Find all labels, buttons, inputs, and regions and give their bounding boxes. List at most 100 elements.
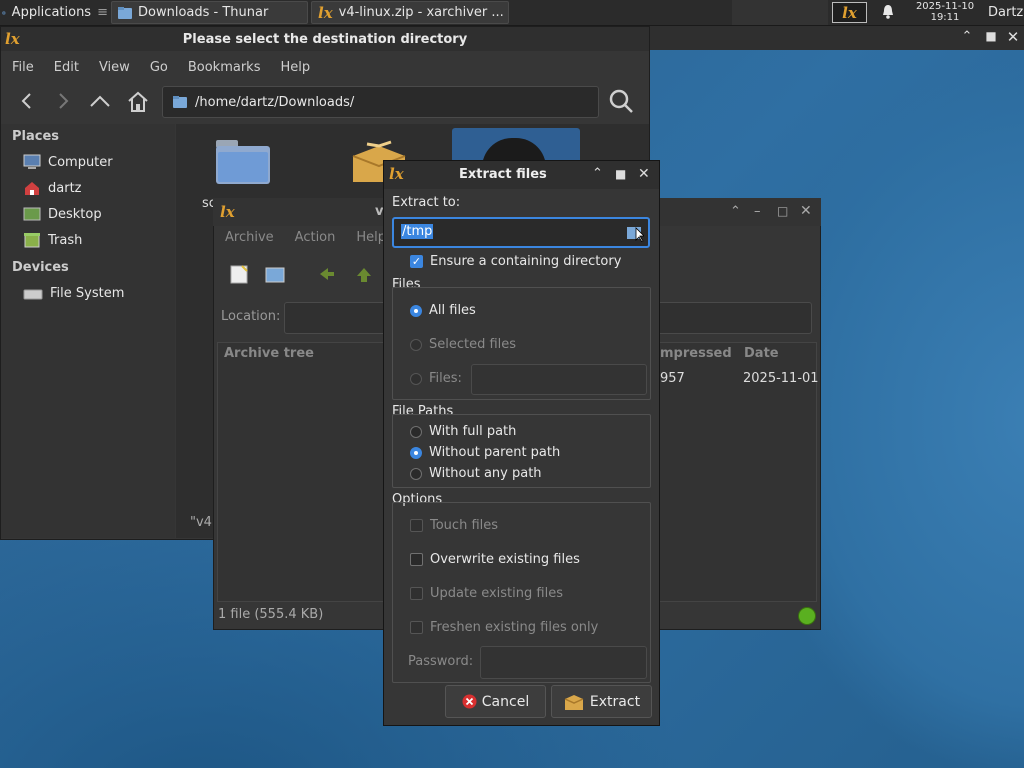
close-button[interactable]: ✕ <box>1004 28 1022 46</box>
forward-icon[interactable] <box>52 90 76 114</box>
files-pattern-input[interactable] <box>471 364 647 395</box>
extract-minimize-button[interactable]: ⌃ <box>592 166 603 181</box>
extract-label: Extract <box>589 693 641 710</box>
home-icon[interactable] <box>126 90 150 114</box>
minimize-button[interactable]: ⌃ <box>958 29 976 47</box>
user-menu[interactable]: Dartz <box>988 1 1024 24</box>
col-compressed-header[interactable]: mpressed <box>660 346 732 361</box>
dest-menubar: File Edit View Go Bookmarks Help <box>12 60 310 75</box>
places-header: Places <box>12 129 60 144</box>
extract-maximize-button[interactable]: ■ <box>615 167 626 181</box>
taskbar-item-thunar[interactable]: Downloads - Thunar <box>111 1 308 24</box>
open-archive-icon[interactable] <box>264 264 286 288</box>
radio-icon <box>410 425 422 438</box>
trash-icon <box>24 233 40 248</box>
taskbar-item-xarchiver[interactable]: lx v4-linux.zip - xarchiver ... <box>311 1 509 24</box>
extract-button[interactable]: Extract <box>551 685 652 718</box>
extract-close-button[interactable]: ✕ <box>638 166 650 182</box>
password-label: Password: <box>408 654 474 669</box>
path-bar[interactable]: /home/dartz/Downloads/ <box>162 86 599 118</box>
row-compressed: 957 <box>660 371 685 386</box>
overwrite-checkbox[interactable]: Overwrite existing files <box>410 552 580 567</box>
touch-files-label: Touch files <box>430 518 499 533</box>
extract-to-input[interactable]: /tmp <box>392 217 650 248</box>
tray-xarchiver-icon[interactable]: lx <box>832 2 867 23</box>
device-filesystem[interactable]: File System <box>23 286 124 301</box>
xfce-logo-icon <box>2 10 6 15</box>
place-label: dartz <box>48 180 82 196</box>
cancel-label: Cancel <box>481 693 530 710</box>
all-files-radio[interactable]: All files <box>410 303 476 318</box>
freshen-checkbox[interactable]: Freshen existing files only <box>410 620 598 635</box>
ensure-dir-checkbox[interactable]: ✓ Ensure a containing directory <box>410 254 621 269</box>
xarchiver-icon: lx <box>389 165 404 183</box>
checkbox-icon <box>410 553 423 566</box>
place-label: Computer <box>48 154 113 170</box>
overwrite-label: Overwrite existing files <box>430 552 580 567</box>
xarchiver-icon: lx <box>318 3 333 22</box>
menu-go[interactable]: Go <box>150 60 168 75</box>
selected-files-radio[interactable]: Selected files <box>410 337 516 352</box>
menu-action[interactable]: Action <box>295 230 336 245</box>
radio-selected-icon <box>410 446 422 459</box>
update-checkbox[interactable]: Update existing files <box>410 586 563 601</box>
up-icon[interactable] <box>88 90 112 114</box>
place-desktop[interactable]: Desktop <box>23 206 102 222</box>
taskbar-item-label: v4-linux.zip - xarchiver ... <box>338 5 504 20</box>
files-pattern-radio[interactable]: Files: <box>410 371 462 386</box>
search-icon[interactable] <box>608 88 636 116</box>
xarchiver-close-button[interactable]: ✕ <box>800 203 812 219</box>
place-home[interactable]: dartz <box>23 180 81 196</box>
menu-view[interactable]: View <box>99 60 130 75</box>
back-arrow-icon[interactable] <box>318 266 336 286</box>
xarchiver-maximize-button[interactable]: □ <box>777 204 788 218</box>
menu-bookmarks[interactable]: Bookmarks <box>188 60 261 75</box>
folder-icon <box>118 6 132 19</box>
xarchiver-minimize-button[interactable]: – <box>754 204 761 219</box>
menu-archive[interactable]: Archive <box>225 230 274 245</box>
password-input[interactable] <box>480 646 647 679</box>
folder-icon[interactable] <box>214 134 272 186</box>
archive-tree-header: Archive tree <box>224 346 314 361</box>
menu-file[interactable]: File <box>12 60 34 75</box>
row-date: 2025-11-01 <box>743 371 819 386</box>
clock[interactable]: 2025-11-10 19:11 <box>906 1 984 24</box>
files-pattern-label: Files: <box>429 371 462 386</box>
back-icon[interactable] <box>16 90 40 114</box>
status-led-icon <box>798 607 816 625</box>
device-label: File System <box>50 286 125 301</box>
extract-icon <box>564 694 584 710</box>
menu-help[interactable]: Help <box>280 60 310 75</box>
without-parent-radio[interactable]: Without parent path <box>410 445 560 460</box>
xarchiver-status: 1 file (555.4 KB) <box>218 607 324 622</box>
xarchiver-minimize-up-button[interactable]: ⌃ <box>730 204 741 219</box>
browse-folder-icon[interactable] <box>626 224 645 246</box>
new-archive-icon[interactable] <box>229 264 249 288</box>
menu-edit[interactable]: Edit <box>54 60 79 75</box>
place-computer[interactable]: Computer <box>23 154 113 170</box>
clock-date: 2025-11-10 <box>915 1 975 12</box>
without-any-path-radio[interactable]: Without any path <box>410 466 542 481</box>
up-arrow-icon[interactable] <box>355 266 373 288</box>
applications-menu-button[interactable]: Applications ≡ <box>2 1 108 24</box>
place-trash[interactable]: Trash <box>23 232 82 248</box>
full-path-radio[interactable]: With full path <box>410 424 516 439</box>
desktop-icon <box>23 207 41 221</box>
extract-title: Extract files <box>459 167 547 182</box>
destination-title: Please select the destination directory <box>182 31 468 47</box>
computer-icon <box>23 154 41 169</box>
top-panel: Applications ≡ Downloads - Thunar lx v4-… <box>0 0 1024 26</box>
menu-help[interactable]: Help <box>356 230 386 245</box>
place-label: Desktop <box>48 206 102 222</box>
maximize-button[interactable]: ■ <box>982 29 1000 47</box>
radio-icon <box>410 467 422 480</box>
destination-titlebar: lx Please select the destination directo… <box>1 27 649 51</box>
touch-files-checkbox[interactable]: Touch files <box>410 518 498 533</box>
drive-icon <box>23 289 43 299</box>
ensure-dir-label: Ensure a containing directory <box>430 254 622 269</box>
place-label: Trash <box>48 232 83 248</box>
cancel-button[interactable]: Cancel <box>445 685 546 718</box>
col-date-header[interactable]: Date <box>744 346 779 361</box>
without-any-path-label: Without any path <box>429 466 542 481</box>
notification-bell-icon[interactable] <box>880 4 898 22</box>
